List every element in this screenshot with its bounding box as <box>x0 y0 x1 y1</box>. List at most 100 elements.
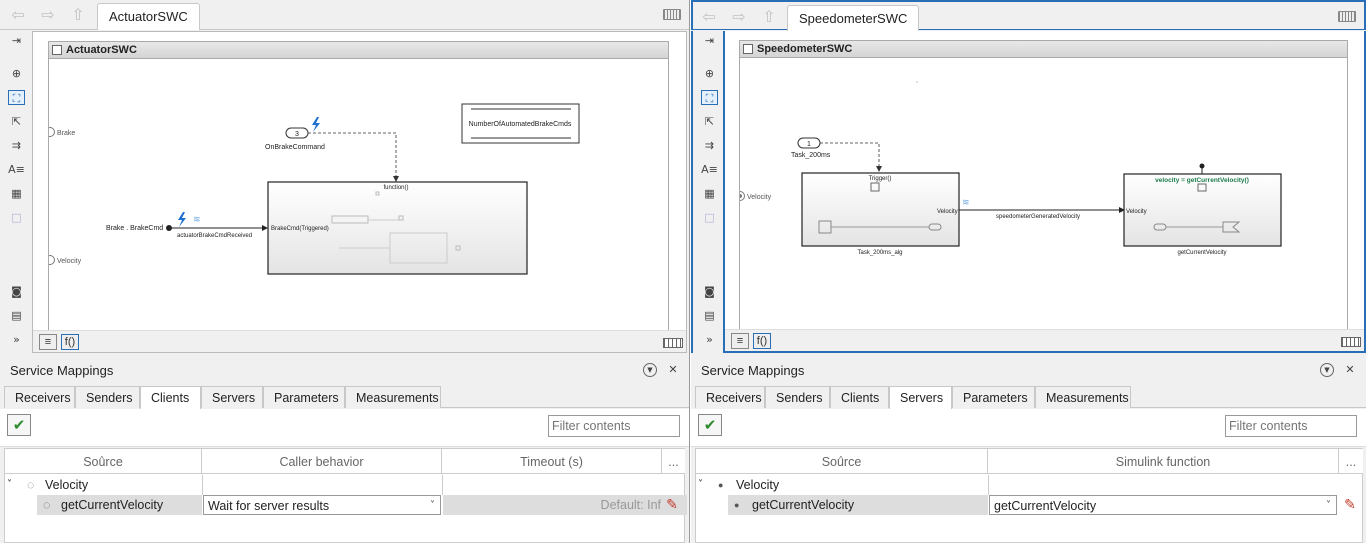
inport-velocity[interactable]: Velocity <box>740 191 772 202</box>
navigate-icon[interactable]: ⇥ <box>701 33 718 48</box>
camera-icon[interactable]: ◙ <box>8 284 25 299</box>
chevron-down-icon[interactable]: ˅ <box>7 475 19 495</box>
column-source[interactable]: ^ Source <box>5 449 202 474</box>
tab-parameters[interactable]: Parameters <box>263 386 345 408</box>
divider <box>202 475 203 495</box>
tab-receivers[interactable]: Receivers <box>695 386 765 408</box>
close-icon[interactable]: ✕ <box>1343 363 1357 377</box>
column-simulink-function[interactable]: Simulink function <box>988 449 1339 474</box>
caller-behavior-value: Wait for server results <box>208 499 330 513</box>
caller-behavior-dropdown[interactable]: Wait for server results ˅ <box>203 495 441 515</box>
column-caller-behavior[interactable]: Caller behavior <box>202 449 442 474</box>
model-canvas[interactable]: SpeedometerSWC Velocity 1 Task_200ms Tri… <box>723 31 1366 353</box>
database-icon[interactable]: ≡ <box>731 333 749 349</box>
zoom-in-icon[interactable]: ⊕ <box>8 66 25 81</box>
zoom-area-icon[interactable]: ⇱ <box>701 114 718 129</box>
svg-text:Velocity: Velocity <box>57 258 82 265</box>
camera-icon[interactable]: ◙ <box>701 284 718 299</box>
database-icon[interactable]: ≡ <box>39 334 57 350</box>
up-arrow-icon[interactable]: ⇧ <box>68 6 88 24</box>
tab-receivers[interactable]: Receivers <box>4 386 75 408</box>
tab-speedometer-swc[interactable]: SpeedometerSWC <box>787 5 920 32</box>
table-row[interactable]: ˅ ● Velocity <box>696 475 1362 495</box>
function-button[interactable]: f() <box>61 334 79 350</box>
tab-actuator-swc[interactable]: ActuatorSWC <box>97 3 200 30</box>
tab-servers[interactable]: Servers <box>201 386 263 408</box>
up-arrow-icon[interactable]: ⇧ <box>759 8 779 26</box>
data-store-block[interactable]: NumberOfAutomatedBrakeCmds <box>461 103 580 144</box>
table-row[interactable]: ◌ getCurrentVelocity Wait for server res… <box>5 495 687 515</box>
tab-measurements[interactable]: Measurements <box>1035 386 1131 408</box>
column-timeout[interactable]: Timeout (s) <box>442 449 662 474</box>
task-alg-subsystem-block[interactable]: Trigger() Velocity Task_200ms_alg <box>801 172 960 256</box>
column-source[interactable]: ^ Source <box>696 449 988 474</box>
simulink-function-block[interactable]: velocity = getCurrentVelocity() Velocity… <box>1123 163 1282 257</box>
zoom-area-icon[interactable]: ⇱ <box>8 114 25 129</box>
grid-icon[interactable] <box>663 338 683 348</box>
zoom-in-icon[interactable]: ⊕ <box>701 66 718 81</box>
fit-view-icon[interactable]: ⛶ <box>8 90 25 105</box>
collapse-icon[interactable]: ▼ <box>1320 363 1334 377</box>
port-icon: ● <box>734 500 740 510</box>
keyboard-icon[interactable] <box>663 9 681 20</box>
expand-icon[interactable]: » <box>8 332 25 347</box>
timeout-field[interactable]: Default: Inf <box>443 495 687 515</box>
property-inspector-icon[interactable]: ▤ <box>701 308 718 323</box>
navigate-icon[interactable]: ⇥ <box>8 33 25 48</box>
image-icon[interactable]: ▦ <box>701 186 718 201</box>
close-icon[interactable]: ✕ <box>666 363 680 377</box>
checkmark-icon[interactable]: ✔ <box>698 414 722 436</box>
annotation-icon[interactable]: A≡ <box>8 162 25 177</box>
property-inspector-icon[interactable]: ▤ <box>8 308 25 323</box>
chevron-down-icon[interactable]: ˅ <box>698 475 710 495</box>
inport-brake[interactable]: Brake <box>49 127 75 138</box>
column-more[interactable]: ... <box>1339 449 1363 474</box>
table-row[interactable]: ˅ ◌ Velocity <box>5 475 684 495</box>
tab-senders[interactable]: Senders <box>765 386 830 408</box>
tab-senders[interactable]: Senders <box>75 386 140 408</box>
pencil-icon[interactable]: ✎ <box>1341 496 1359 514</box>
back-arrow-icon[interactable]: ⇦ <box>699 8 719 26</box>
filter-input[interactable] <box>548 415 680 437</box>
pencil-icon[interactable]: ✎ <box>663 496 681 514</box>
model-canvas[interactable]: ActuatorSWC Brake Velocity 3 OnBrakeComm… <box>32 31 687 353</box>
grid-icon[interactable] <box>1341 337 1361 347</box>
fit-view-icon[interactable]: ⛶ <box>701 90 718 105</box>
annotation-icon[interactable]: A≡ <box>701 162 718 177</box>
area-icon[interactable]: □ <box>8 210 25 225</box>
checkmark-icon[interactable]: ✔ <box>7 414 31 436</box>
column-more[interactable]: ... <box>662 449 685 474</box>
table-row[interactable]: ● getCurrentVelocity getCurrentVelocity … <box>696 495 1362 515</box>
brake-cmd-source[interactable]: Brake . BrakeCmd <box>106 225 172 232</box>
trigger-inport[interactable]: 1 Task_200ms <box>791 137 831 159</box>
tab-parameters[interactable]: Parameters <box>952 386 1035 408</box>
chevron-down-icon: ˅ <box>1326 500 1331 511</box>
function-button[interactable]: f() <box>753 333 771 349</box>
tab-servers[interactable]: Servers <box>889 386 952 409</box>
svg-text:NumberOfAutomatedBrakeCmds: NumberOfAutomatedBrakeCmds <box>469 121 572 128</box>
arrow-icon[interactable]: ⇉ <box>8 138 25 153</box>
speedometer-pane: ⇦ ⇨ ⇧ SpeedometerSWC ⇥ ⊕ ⛶ ⇱ ⇉ A≡ ▦ □ ◙ … <box>691 0 1366 543</box>
area-icon[interactable]: □ <box>701 210 718 225</box>
triggered-subsystem-block[interactable]: function() BrakeCmd(Triggered) <box>267 181 528 275</box>
svg-text:velocity = getCurrentVelocity(: velocity = getCurrentVelocity() <box>1155 177 1249 184</box>
simulink-function-dropdown[interactable]: getCurrentVelocity ˅ <box>989 495 1337 515</box>
filter-input[interactable] <box>1225 415 1357 437</box>
back-arrow-icon[interactable]: ⇦ <box>8 6 28 24</box>
inport-velocity[interactable]: Velocity <box>49 255 82 266</box>
svg-text:function(): function() <box>383 185 408 191</box>
trigger-inport[interactable]: 3 OnBrakeCommand <box>265 127 325 151</box>
tab-clients[interactable]: Clients <box>140 386 201 409</box>
keyboard-icon[interactable] <box>1338 11 1356 22</box>
expand-icon[interactable]: » <box>701 332 718 347</box>
tab-measurements[interactable]: Measurements <box>345 386 441 408</box>
arrow-icon[interactable]: ⇉ <box>701 138 718 153</box>
image-icon[interactable]: ▦ <box>8 186 25 201</box>
service-mappings-panel: Service Mappings ▼ ✕ Receivers Senders C… <box>691 357 1366 543</box>
tab-clients[interactable]: Clients <box>830 386 889 408</box>
forward-arrow-icon[interactable]: ⇨ <box>729 8 749 26</box>
model-icon <box>52 45 62 55</box>
svg-text:3: 3 <box>295 131 299 138</box>
forward-arrow-icon[interactable]: ⇨ <box>38 6 58 24</box>
collapse-icon[interactable]: ▼ <box>643 363 657 377</box>
